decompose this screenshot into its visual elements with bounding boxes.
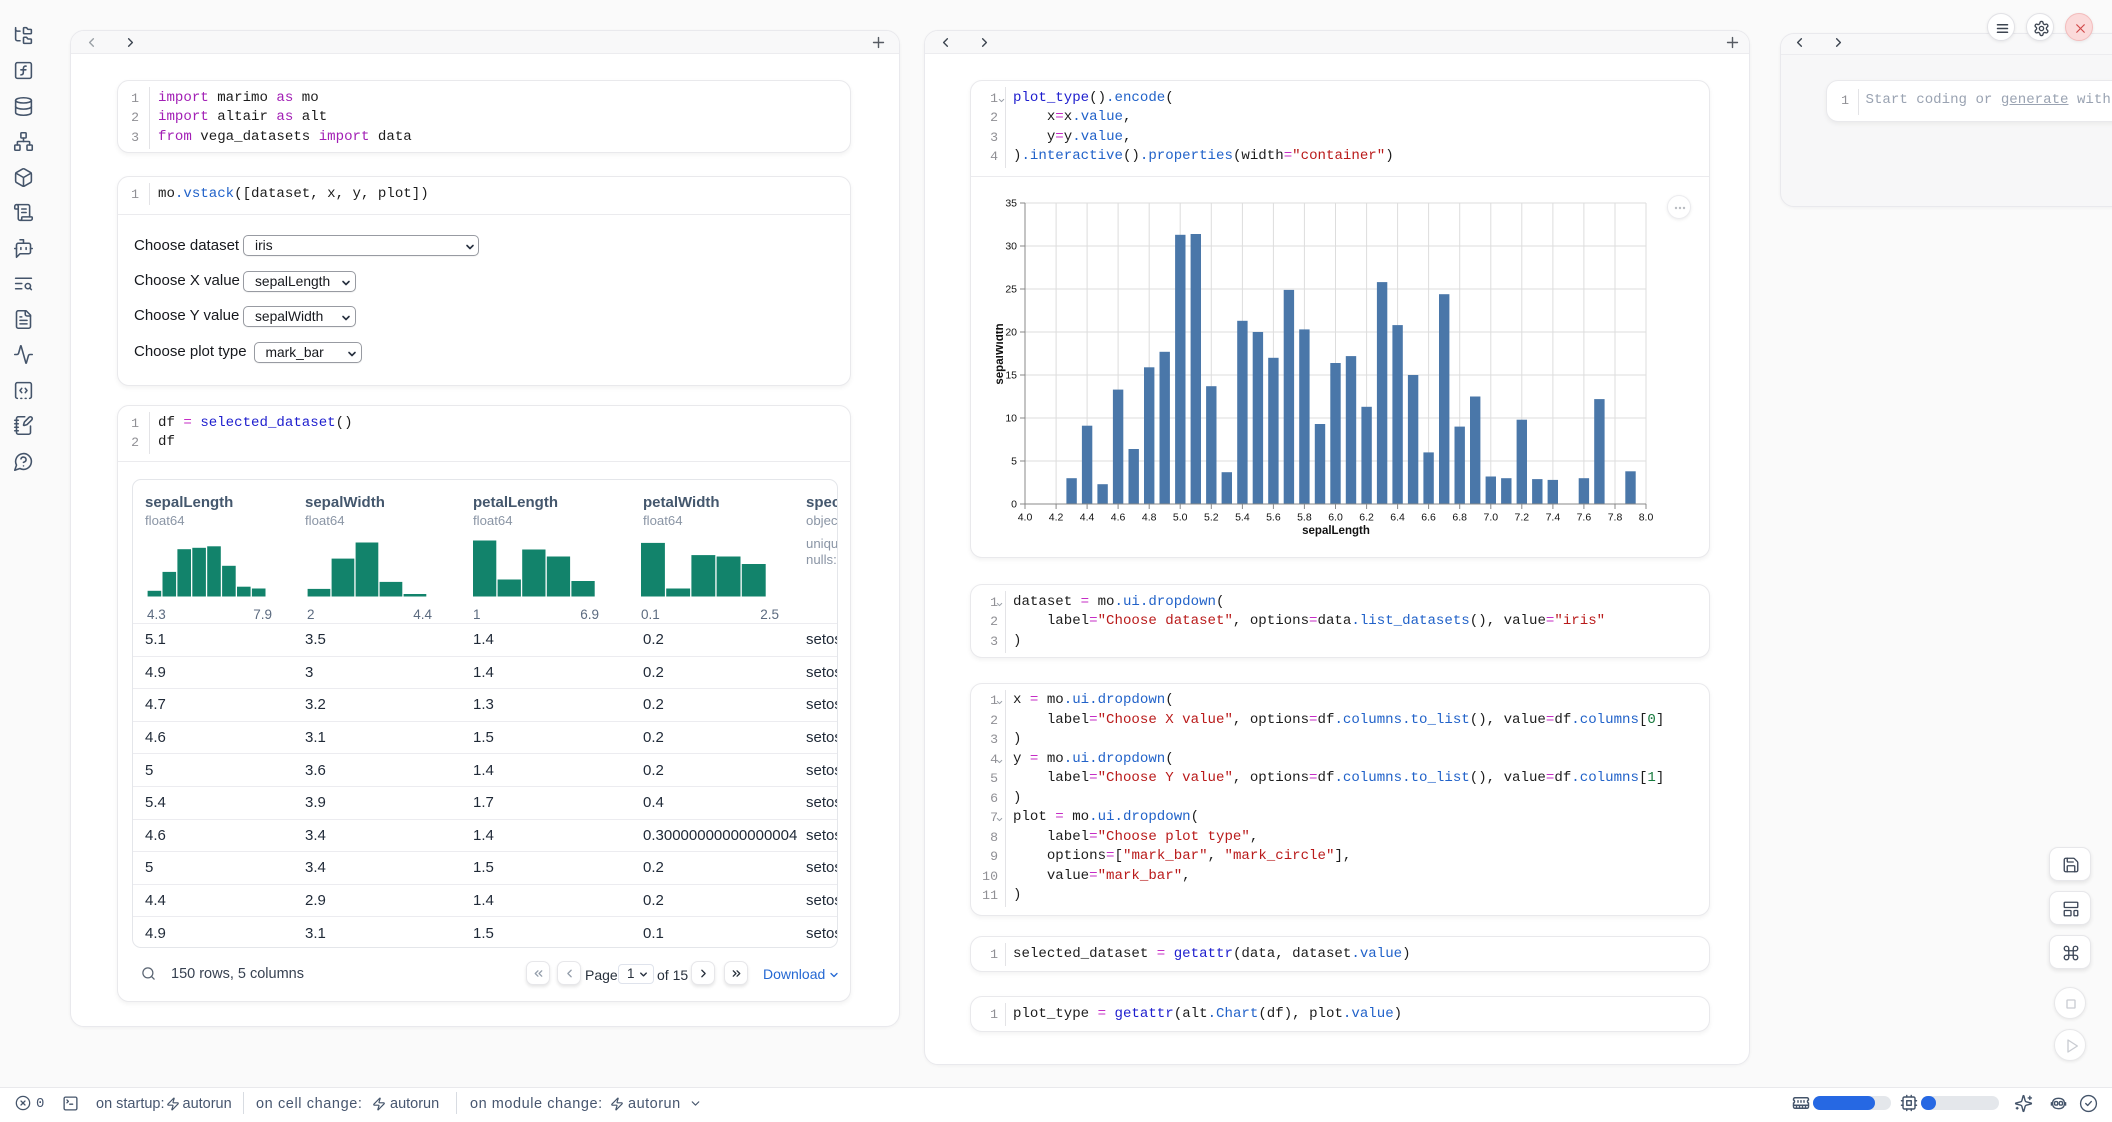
- svg-text:4.0: 4.0: [1018, 512, 1033, 524]
- svg-text:7.4: 7.4: [1546, 512, 1561, 524]
- svg-text:5.2: 5.2: [1204, 512, 1219, 524]
- svg-text:6.8: 6.8: [1452, 512, 1467, 524]
- svg-text:5.0: 5.0: [1173, 512, 1188, 524]
- svg-text:15: 15: [1005, 370, 1017, 382]
- svg-text:4.8: 4.8: [1142, 512, 1157, 524]
- svg-text:7.2: 7.2: [1514, 512, 1529, 524]
- svg-text:6.2: 6.2: [1359, 512, 1374, 524]
- svg-text:8.0: 8.0: [1639, 512, 1654, 524]
- svg-text:20: 20: [1005, 327, 1017, 339]
- svg-text:25: 25: [1005, 284, 1017, 296]
- svg-text:4.6: 4.6: [1111, 512, 1126, 524]
- svg-text:10: 10: [1005, 413, 1017, 425]
- svg-text:7.6: 7.6: [1577, 512, 1592, 524]
- svg-text:6.6: 6.6: [1421, 512, 1436, 524]
- svg-text:6.0: 6.0: [1328, 512, 1343, 524]
- svg-text:4.4: 4.4: [1080, 512, 1095, 524]
- svg-text:sepalLength: sepalLength: [1302, 525, 1370, 537]
- svg-text:5.6: 5.6: [1266, 512, 1281, 524]
- svg-text:6.4: 6.4: [1390, 512, 1405, 524]
- svg-text:0: 0: [1011, 499, 1017, 511]
- svg-text:7.0: 7.0: [1483, 512, 1498, 524]
- svg-text:5: 5: [1011, 456, 1017, 468]
- svg-text:7.8: 7.8: [1608, 512, 1623, 524]
- svg-text:30: 30: [1005, 241, 1017, 253]
- svg-text:5.4: 5.4: [1235, 512, 1250, 524]
- svg-text:35: 35: [1005, 198, 1017, 210]
- svg-text:5.8: 5.8: [1297, 512, 1312, 524]
- svg-text:4.2: 4.2: [1049, 512, 1064, 524]
- svg-text:sepalWidth: sepalWidth: [996, 323, 1006, 384]
